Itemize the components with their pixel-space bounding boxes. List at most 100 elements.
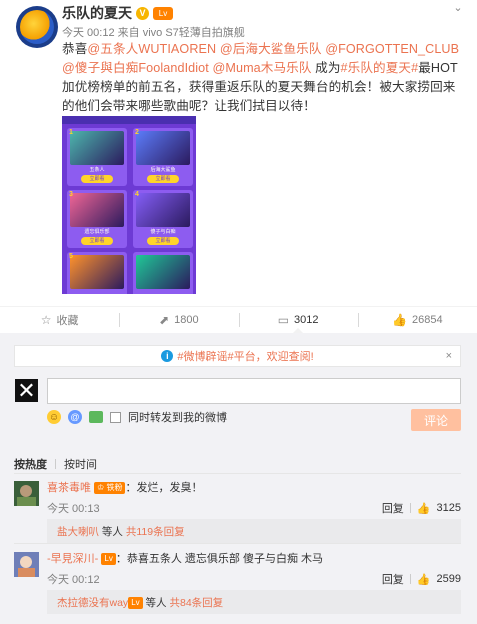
level-badge-icon: Lv bbox=[128, 597, 143, 609]
mention-link[interactable]: @Muma木马乐队 bbox=[212, 61, 311, 75]
comment-count: 3012 bbox=[294, 313, 319, 326]
comment-body: -早見深川- Lv ：恭喜五条人 遗忘俱乐部 傻子与白痴 木马 bbox=[47, 552, 461, 566]
verified-badge-icon: V bbox=[136, 6, 149, 20]
emoji-icon[interactable]: ☺ bbox=[47, 410, 61, 424]
post-comment-button[interactable]: 评论 bbox=[411, 409, 461, 431]
comment-like-count: 2599 bbox=[436, 573, 461, 585]
comment-time: 今天 00:13 bbox=[47, 503, 100, 515]
image-icon[interactable] bbox=[89, 411, 103, 423]
comment-username[interactable]: 喜茶毒唯 bbox=[47, 482, 91, 494]
favorite-button[interactable]: ☆ 收藏 bbox=[0, 307, 119, 332]
sub-reply-user[interactable]: 杰拉德没有way bbox=[57, 597, 128, 609]
post-author-avatar[interactable] bbox=[16, 6, 58, 48]
forward-button[interactable]: ⬈ 1800 bbox=[119, 307, 238, 332]
comment-avatar[interactable] bbox=[14, 552, 39, 577]
sort-by-time[interactable]: 按时间 bbox=[64, 456, 97, 472]
poster-card-photo bbox=[70, 255, 124, 289]
comment-ops: 回复 👍 3125 bbox=[382, 500, 461, 516]
poster-card: 1 五条人 立即看 bbox=[67, 128, 127, 186]
post-image[interactable]: 1 五条人 立即看 2 后海大鲨鱼 立即看 3 遗忘俱乐部 立即看 4 傻子与白痴 立即看 5 bbox=[62, 116, 196, 294]
poster-card-photo bbox=[136, 193, 190, 227]
poster-card-number: 1 bbox=[69, 129, 73, 136]
comment-body: 喜茶毒唯 ♔ 铁粉 ：发烂，发臭！ bbox=[47, 481, 461, 495]
mention-link[interactable]: @傻子與白痴FoolandIdiot bbox=[62, 61, 209, 75]
poster-card-button: 立即看 bbox=[81, 237, 113, 245]
comment-icon: ▭ bbox=[277, 312, 290, 327]
thumb-up-icon[interactable]: 👍 bbox=[417, 573, 431, 586]
poster-card-number: 2 bbox=[135, 129, 139, 136]
comments-panel: i #微博辟谣#平台，欢迎查阅! × ✕ ☺ @ 同时转发到我的微博 评论 按热… bbox=[0, 333, 477, 624]
poster-card-number: 3 bbox=[69, 191, 73, 198]
comment-text: ：恭喜五条人 遗忘俱乐部 傻子与白痴 木马 bbox=[115, 553, 324, 565]
poster-card-name: 五条人 bbox=[89, 167, 105, 173]
poster-card-name: 后海大鲨鱼 bbox=[150, 167, 176, 173]
post-text-segment: 成为 bbox=[311, 61, 341, 75]
post-text: 恭喜@五条人WUTIAOREN @后海大鲨鱼乐队 @FORGOTTEN_CLUB… bbox=[62, 40, 464, 116]
notice-text[interactable]: #微博辟谣#平台，欢迎查阅! bbox=[177, 348, 313, 364]
reply-button[interactable]: 回复 bbox=[382, 500, 404, 516]
poster-card bbox=[133, 252, 193, 294]
author-row: 乐队的夏天 V Lv bbox=[62, 4, 173, 22]
comment-avatar[interactable] bbox=[14, 481, 39, 506]
poster-card-name: 遗忘俱乐部 bbox=[84, 229, 110, 235]
sub-reply-total[interactable]: 共84条回复 bbox=[169, 597, 223, 609]
chevron-down-icon[interactable]: ⌄ bbox=[451, 2, 465, 14]
like-button[interactable]: 👍 26854 bbox=[357, 307, 477, 332]
fan-badge-label: 铁粉 bbox=[106, 483, 123, 492]
poster-card-number: 5 bbox=[69, 253, 73, 260]
sub-reply-user[interactable]: 盐大喇叭 bbox=[57, 526, 99, 538]
sort-divider bbox=[55, 459, 56, 469]
ops-divider bbox=[409, 574, 411, 584]
comment-input[interactable] bbox=[47, 378, 461, 404]
comment-like-count: 3125 bbox=[436, 502, 461, 514]
forward-checkbox[interactable] bbox=[110, 411, 121, 423]
forward-checkbox-label: 同时转发到我的微博 bbox=[128, 412, 227, 424]
post-source: 来自 vivo S7轻薄自拍旗舰 bbox=[117, 27, 245, 39]
comment-button[interactable]: ▭ 3012 bbox=[238, 307, 358, 334]
poster-card-photo bbox=[70, 193, 124, 227]
post-text-segment: 恭喜 bbox=[62, 42, 88, 56]
poster-card-button: 立即看 bbox=[147, 175, 179, 183]
mention-link[interactable]: #乐队的夏天# bbox=[341, 61, 419, 75]
ops-divider bbox=[409, 503, 411, 513]
favorite-label: 收藏 bbox=[56, 314, 79, 327]
avatar-image bbox=[14, 552, 39, 577]
rumor-notice[interactable]: i #微博辟谣#平台，欢迎查阅! × bbox=[14, 345, 461, 367]
divider bbox=[14, 543, 461, 544]
comment-ops: 回复 👍 2599 bbox=[382, 571, 461, 587]
sort-by-hot[interactable]: 按热度 bbox=[14, 456, 47, 472]
close-icon[interactable]: × bbox=[446, 350, 452, 362]
thumb-up-icon[interactable]: 👍 bbox=[417, 502, 431, 515]
comment-username[interactable]: -早見深川- bbox=[47, 553, 98, 565]
author-nickname[interactable]: 乐队的夏天 bbox=[62, 3, 132, 23]
info-icon: i bbox=[161, 350, 174, 362]
poster-card: 3 遗忘俱乐部立即看 bbox=[67, 190, 127, 248]
forward-count: 1800 bbox=[174, 313, 199, 326]
post-action-bar: ☆ 收藏 ⬈ 1800 ▭ 3012 👍 26854 bbox=[0, 306, 477, 334]
at-icon[interactable]: @ bbox=[68, 410, 82, 424]
post-time[interactable]: 今天 00:12 bbox=[62, 27, 115, 39]
divider bbox=[14, 473, 461, 474]
level-badge-icon: Lv bbox=[101, 553, 116, 565]
mention-link[interactable]: @FORGOTTEN_CLUB bbox=[325, 42, 459, 56]
poster-card-photo bbox=[70, 131, 124, 165]
poster-card: 4 傻子与白痴 立即看 bbox=[133, 190, 193, 248]
sub-replies[interactable]: 盐大喇叭 等人 共119条回复 bbox=[47, 519, 461, 543]
my-avatar[interactable]: ✕ bbox=[15, 379, 38, 402]
star-icon: ☆ bbox=[40, 312, 52, 327]
poster-header bbox=[62, 116, 196, 124]
sub-replies[interactable]: 杰拉德没有way Lv 等人 共84条回复 bbox=[47, 590, 461, 614]
mention-link[interactable]: @五条人WUTIAOREN bbox=[87, 42, 216, 56]
comment-item: -早見深川- Lv ：恭喜五条人 遗忘俱乐部 傻子与白痴 木马 今天 00:12 … bbox=[14, 552, 461, 622]
level-badge-icon: Lv bbox=[153, 6, 173, 20]
thumb-up-icon: 👍 bbox=[392, 312, 408, 327]
poster-card-name: 傻子与白痴 bbox=[150, 229, 176, 235]
reply-button[interactable]: 回复 bbox=[382, 571, 404, 587]
comment-time: 今天 00:12 bbox=[47, 574, 100, 586]
sub-reply-text: 等人 bbox=[142, 597, 170, 609]
mention-link[interactable]: @后海大鲨鱼乐队 bbox=[220, 42, 322, 56]
comment-text: ：发烂，发臭！ bbox=[125, 482, 203, 494]
comment-tools: ☺ @ 同时转发到我的微博 bbox=[47, 409, 227, 425]
poster-card: 5 bbox=[67, 252, 127, 294]
sub-reply-total[interactable]: 共119条回复 bbox=[126, 526, 185, 538]
